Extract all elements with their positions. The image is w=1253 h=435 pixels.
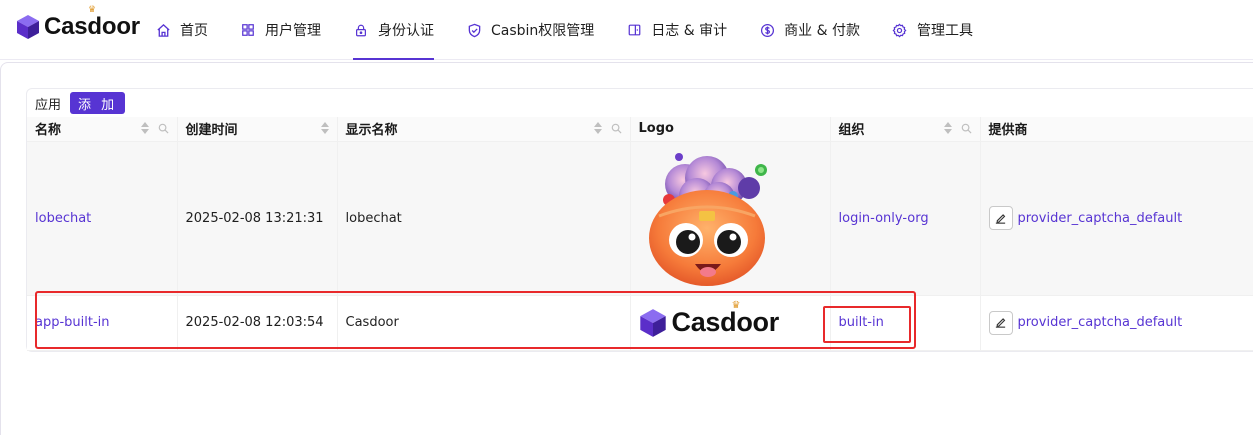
table-row: lobechat 2025-02-08 13:21:31 lobechat lo… — [27, 141, 1253, 296]
log-icon — [626, 22, 642, 38]
nav-business-payment[interactable]: 商业 & 付款 — [759, 0, 860, 60]
created-time-cell: 2025-02-08 12:03:54 — [177, 295, 338, 351]
nav-authentication-label: 身份认证 — [378, 23, 434, 39]
table-header-row: 名称 创建时间 显示名称 Logo 组织 提供商 — [27, 117, 1253, 142]
casdoor-logo[interactable]: Casdoor ♛ — [16, 5, 140, 42]
brand-name: Casdoor — [44, 13, 140, 40]
edit-icon — [995, 213, 1006, 224]
edit-provider-button[interactable] — [988, 310, 1013, 335]
app-name-link[interactable]: lobechat — [35, 211, 91, 226]
lock-icon — [353, 22, 369, 38]
edit-provider-button[interactable] — [988, 206, 1013, 230]
organization-link[interactable]: login-only-org — [839, 211, 929, 226]
logo-cell — [630, 141, 831, 296]
casdoor-wordmark-logo[interactable]: Casdoor ♛ — [639, 300, 822, 338]
column-header-name[interactable]: 名称 — [27, 117, 178, 142]
lobehub-emoji-logo[interactable] — [639, 148, 769, 288]
dollar-icon — [759, 22, 775, 38]
casdoor-cube-icon — [639, 308, 666, 337]
nav-logging-audit[interactable]: 日志 & 审计 — [626, 0, 727, 60]
sort-icon[interactable] — [320, 122, 329, 134]
nav-casbin-permission-label: Casbin权限管理 — [491, 23, 595, 39]
card-header: 应用 添 加 — [27, 89, 126, 117]
search-icon[interactable] — [158, 123, 169, 134]
organization-link[interactable]: built-in — [839, 315, 884, 330]
top-navbar: Casdoor ♛ 首页 用户管理 身份认证 Casbin权限管理 日志 & 审… — [0, 0, 1253, 60]
nav-admin-tools[interactable]: 管理工具 — [892, 0, 973, 60]
nav-home[interactable]: 首页 — [155, 0, 208, 60]
crown-icon: ♛ — [731, 300, 741, 311]
page-title: 应用 — [35, 97, 62, 113]
sort-icon[interactable] — [943, 122, 952, 134]
nav-admin-tools-label: 管理工具 — [916, 23, 973, 39]
casdoor-cube-icon — [17, 15, 39, 39]
gear-icon — [892, 22, 908, 38]
display-name-cell: lobechat — [337, 141, 631, 296]
add-button[interactable]: 添 加 — [70, 92, 126, 114]
logo-cell: Casdoor ♛ — [630, 295, 831, 351]
edit-icon — [995, 318, 1006, 328]
provider-link[interactable]: provider_captcha_default — [1018, 315, 1183, 330]
created-time-cell: 2025-02-08 13:21:31 — [177, 141, 338, 296]
column-header-created-time[interactable]: 创建时间 — [177, 117, 338, 142]
casdoor-wordmark-text: Casdoor — [671, 307, 780, 337]
nav-business-payment-label: 商业 & 付款 — [784, 23, 860, 39]
nav-logging-audit-label: 日志 & 审计 — [651, 23, 728, 39]
provider-entry: provider_captcha_default — [988, 310, 1253, 335]
search-icon[interactable] — [611, 123, 622, 134]
home-icon — [155, 22, 171, 38]
search-icon[interactable] — [961, 123, 972, 134]
shield-check-icon — [466, 22, 482, 38]
provider-entry: provider_captcha_default — [988, 206, 1253, 230]
main-nav: 首页 用户管理 身份认证 Casbin权限管理 日志 & 审计 商业 & 付款 … — [155, 0, 1005, 60]
sort-icon[interactable] — [140, 122, 149, 134]
display-name-cell: Casdoor — [337, 295, 631, 351]
nav-home-label: 首页 — [180, 23, 208, 39]
crown-icon: ♛ — [88, 5, 97, 15]
sort-icon[interactable] — [593, 122, 602, 134]
provider-link[interactable]: provider_captcha_default — [1018, 211, 1183, 226]
table-row: app-built-in 2025-02-08 12:03:54 Casdoor… — [27, 295, 1253, 351]
column-header-display-name[interactable]: 显示名称 — [337, 117, 631, 142]
nav-user-management-label: 用户管理 — [265, 23, 321, 39]
nav-authentication[interactable]: 身份认证 — [353, 0, 434, 60]
column-header-organization[interactable]: 组织 — [830, 117, 981, 142]
grid-icon — [240, 22, 256, 38]
applications-card: 应用 添 加 名称 创建时间 显示名称 Logo 组织 提供商 lobechat… — [26, 88, 1253, 352]
nav-user-management[interactable]: 用户管理 — [240, 0, 321, 60]
column-header-logo: Logo — [630, 117, 831, 142]
app-name-link[interactable]: app-built-in — [35, 315, 110, 330]
column-header-providers: 提供商 — [980, 117, 1253, 142]
content-area: 应用 添 加 名称 创建时间 显示名称 Logo 组织 提供商 lobechat… — [0, 62, 1253, 435]
applications-table: 名称 创建时间 显示名称 Logo 组织 提供商 lobechat 2025-0… — [27, 117, 1253, 351]
nav-casbin-permission[interactable]: Casbin权限管理 — [466, 0, 594, 60]
